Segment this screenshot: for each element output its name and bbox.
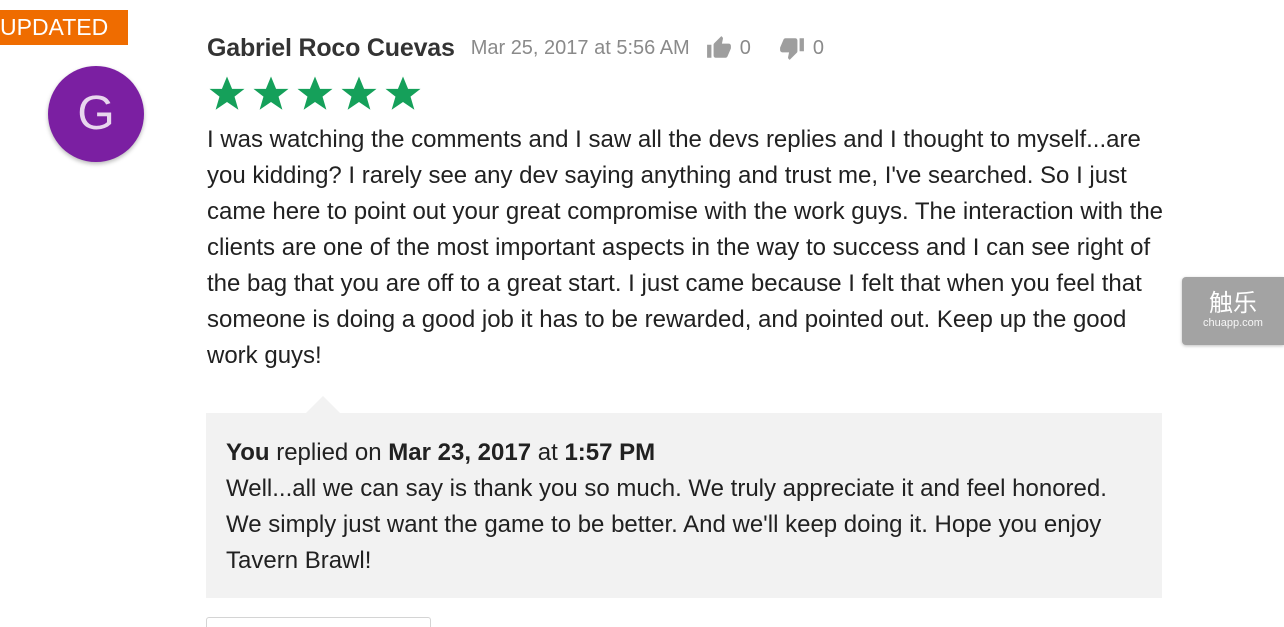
review-text: I was watching the comments and I saw al… <box>207 126 1164 369</box>
review-header: Gabriel Roco Cuevas Mar 25, 2017 at 5:56… <box>207 30 824 66</box>
star-icon <box>385 76 421 110</box>
reply-pointer <box>306 396 340 413</box>
thumbs-down-button[interactable]: 0 <box>779 35 824 61</box>
updated-badge-label: UPDATED <box>0 14 109 40</box>
thumbs-down-icon <box>779 38 804 60</box>
watermark-subtitle: chuapp.com <box>1203 317 1263 329</box>
reply-date: Mar 23, 2017 <box>388 439 532 466</box>
chuapp-watermark: 触乐 chuapp.com <box>1182 277 1284 345</box>
star-icon <box>341 76 377 110</box>
star-icon <box>209 76 245 110</box>
reply-replied-on: replied on <box>269 439 389 466</box>
star-rating <box>205 73 425 115</box>
review-date: Mar 25, 2017 at 5:56 AM <box>470 36 690 59</box>
developer-reply: You replied on Mar 23, 2017 at 1:57 PM W… <box>206 396 1162 598</box>
star-icon <box>253 76 289 110</box>
reply-header: You replied on Mar 23, 2017 at 1:57 PM <box>226 435 1136 471</box>
thumbs-up-icon <box>706 36 731 58</box>
reply-at: at <box>531 439 565 466</box>
reply-text: Well...all we can say is thank you so mu… <box>226 475 1107 574</box>
avatar-letter: G <box>77 87 115 140</box>
reply-time: 1:57 PM <box>564 439 656 466</box>
thumbs-up-button[interactable]: 0 <box>706 35 751 61</box>
thumbs-up-count: 0 <box>739 36 751 59</box>
review-author: Gabriel Roco Cuevas <box>207 33 455 62</box>
thumbs-down-count: 0 <box>812 36 824 59</box>
updated-badge: UPDATED <box>0 10 128 45</box>
more-button[interactable] <box>206 617 431 627</box>
reply-author: You <box>226 439 270 466</box>
star-icon <box>297 76 333 110</box>
watermark-title: 触乐 <box>1209 289 1257 317</box>
avatar: G <box>48 66 144 162</box>
